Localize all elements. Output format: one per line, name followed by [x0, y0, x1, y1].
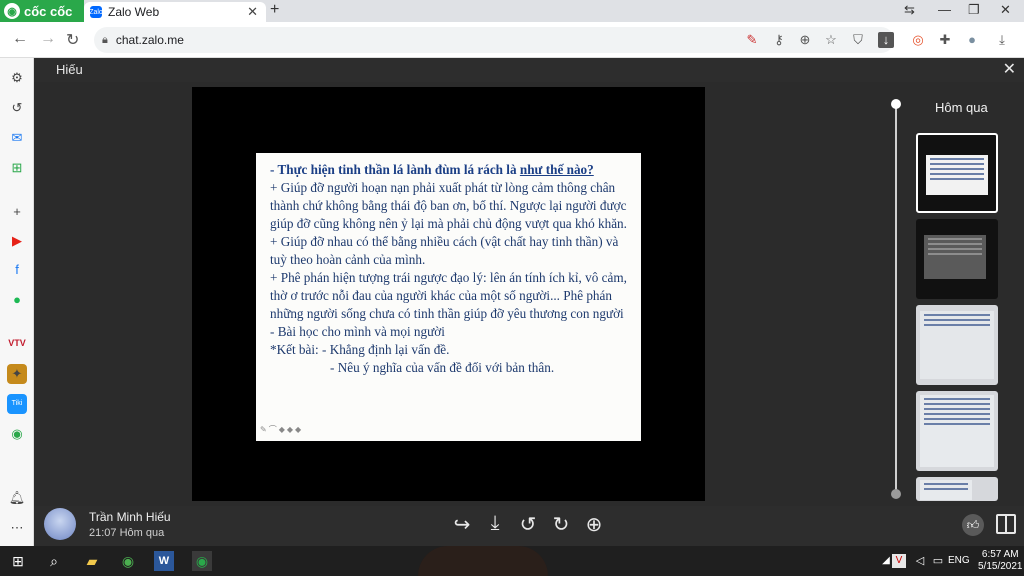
thumbnail-panel: Hôm qua: [876, 82, 1024, 510]
coccoc-taskbar-icon[interactable]: ◉: [192, 551, 212, 571]
facebook-icon[interactable]: f: [7, 260, 27, 280]
windows-start-icon[interactable]: ⊞: [8, 551, 28, 571]
viewer-header: Hiếu ✕: [34, 58, 1024, 82]
layout-toggle-icon[interactable]: [996, 514, 1016, 534]
zalo-favicon-icon: Zalo: [89, 6, 103, 18]
url-text: chat.zalo.me: [115, 33, 184, 47]
forward-button[interactable]: →: [40, 30, 56, 48]
profile-icon[interactable]: ●: [964, 32, 980, 48]
sender-name: Trần Minh Hiếu: [89, 510, 171, 524]
windows-taskbar: ⊞ ⌕ ▰ ◉ W ◉ ◢ V ◁ ▭ ENG 6:57 AM 5/15/202…: [0, 546, 1024, 576]
back-button[interactable]: ←: [12, 30, 28, 48]
timeline-handle-top[interactable]: [891, 99, 901, 109]
file-explorer-icon[interactable]: ▰: [82, 551, 102, 571]
window-close-button[interactable]: ✕: [1000, 2, 1011, 18]
desktop-peek: [418, 546, 548, 576]
vtv-icon[interactable]: VTV: [7, 333, 27, 353]
photo[interactable]: - Thực hiện tinh thần lá lành đùm lá rác…: [192, 87, 705, 501]
search-icon[interactable]: ⌕: [44, 551, 64, 571]
shield-icon[interactable]: ⛉: [850, 32, 866, 48]
slide-heading-text: - Thực hiện tinh thần lá lành đùm lá rác…: [270, 162, 520, 177]
bookmark-star-icon[interactable]: ☆: [823, 32, 839, 48]
new-tab-button[interactable]: +: [270, 1, 279, 19]
messenger-icon[interactable]: ✉: [7, 128, 27, 148]
coccoc-logo-icon: ◉: [4, 3, 20, 19]
battery-icon[interactable]: ▭: [928, 551, 948, 571]
maximize-button[interactable]: ❐: [968, 2, 980, 18]
avatar: [44, 508, 76, 540]
slide-line: + Phê phán hiện tượng trái ngược đạo lý:…: [270, 270, 627, 321]
like-icon[interactable]: 👍︎: [962, 514, 984, 536]
thumbnail[interactable]: [916, 219, 998, 299]
brand-label: cốc cốc: [24, 3, 73, 19]
thumbnail[interactable]: [916, 305, 998, 385]
downloads-icon[interactable]: ⤓: [994, 32, 1010, 48]
rotate-right-icon[interactable]: ↻: [549, 512, 573, 537]
antivirus-icon[interactable]: V: [892, 554, 906, 568]
extensions-puzzle-icon[interactable]: ✚: [937, 32, 953, 48]
extension-color-icon[interactable]: ◎: [910, 32, 926, 48]
rotate-left-icon[interactable]: ↺: [516, 512, 540, 537]
bell-icon[interactable]: 🔔︎: [7, 488, 27, 508]
spotify-icon[interactable]: ●: [7, 290, 27, 310]
viewer-footer: Trần Minh Hiếu 21:07 Hôm qua ↪ ⤓ ↺ ↻ ⊕ 👍…: [34, 506, 1024, 546]
history-icon[interactable]: ↺: [7, 98, 27, 118]
sent-time: 21:07 Hôm qua: [89, 527, 165, 539]
thumbnail[interactable]: [916, 477, 998, 501]
volume-icon[interactable]: ◁: [910, 551, 930, 571]
slide-heading-underlined: như thế nào?: [519, 162, 594, 177]
clock[interactable]: 6:57 AM 5/15/2021: [978, 549, 1023, 573]
slide-line: - Bài học cho mình và mọi người: [270, 324, 445, 339]
tiki-icon[interactable]: Tiki: [7, 394, 27, 414]
chrome-icon[interactable]: ◉: [118, 551, 138, 571]
youtube-icon[interactable]: ▶: [7, 231, 27, 251]
share-icon[interactable]: ↪: [450, 512, 474, 537]
add-icon[interactable]: +: [7, 202, 27, 222]
slide-line: + Giúp đỡ nhau có thể bằng nhiều cách (v…: [270, 234, 619, 267]
slide-content: - Thực hiện tinh thần lá lành đùm lá rác…: [256, 153, 641, 441]
language-indicator[interactable]: ENG: [948, 555, 970, 566]
more-icon[interactable]: ⋯: [7, 518, 27, 538]
reload-button[interactable]: ↻: [66, 30, 79, 50]
slide-conclusion-2: - Nêu ý nghĩa của vấn đề đối với bản thâ…: [330, 360, 555, 375]
game-icon[interactable]: ⊞: [7, 158, 27, 178]
coccoc-app-icon[interactable]: ◉: [7, 424, 27, 444]
tab-close-icon[interactable]: ✕: [247, 4, 258, 20]
address-toolbar: ← → ↻ 🔒︎ chat.zalo.me ✎ ⚷ ⊕ ☆ ⛉ ↓ ◎ ✚ ● …: [0, 22, 1024, 58]
image-viewer: Hiếu ✕ - Thực hiện tinh thần lá lành đùm…: [34, 58, 1024, 546]
pen-tools-icon: ✎ ⌒ ◆ ◆ ◆: [260, 425, 302, 434]
zoom-in-icon[interactable]: ⊕: [582, 512, 606, 537]
clock-time: 6:57 AM: [981, 549, 1019, 560]
zoom-icon[interactable]: ⊕: [797, 32, 813, 48]
timeline-track[interactable]: [895, 102, 897, 492]
browser-sidebar: ⚙ ↺ ✉ ⊞ + ▶ f ● VTV ✦ Tiki ◉ 🔔︎ ⋯: [0, 58, 34, 546]
mic-blocked-icon[interactable]: ✎: [744, 32, 760, 48]
slide-line: + Giúp đỡ người hoạn nạn phải xuất phát …: [270, 180, 627, 231]
tab-title: Zalo Web: [108, 5, 160, 19]
date-group-label: Hôm qua: [935, 100, 988, 115]
clock-date: 5/15/2021: [978, 561, 1023, 572]
tab-zalo-web[interactable]: Zalo Zalo Web ✕: [84, 2, 266, 22]
download-icon[interactable]: ⤓: [483, 512, 507, 535]
slide-heading: - Thực hiện tinh thần lá lành đùm lá rác…: [270, 161, 627, 179]
word-icon[interactable]: W: [154, 551, 174, 571]
thumbnail-selected[interactable]: [916, 133, 998, 213]
game-app-icon[interactable]: ✦: [7, 364, 27, 384]
tab-list-icon[interactable]: ⇆: [904, 2, 915, 18]
slide-conclusion: *Kết bài: - Khẳng định lại vấn đề.: [270, 342, 450, 357]
minimize-button[interactable]: —: [938, 2, 951, 17]
viewer-title: Hiếu: [56, 62, 83, 77]
close-icon[interactable]: ✕: [1003, 59, 1016, 79]
browser-tab-bar: ◉ cốc cốc Zalo Zalo Web ✕ + ⇆ — ❐ ✕: [0, 0, 1024, 22]
lock-icon: 🔒︎: [102, 33, 108, 46]
gear-icon[interactable]: ⚙: [7, 68, 27, 88]
key-icon[interactable]: ⚷: [771, 32, 787, 48]
download-arrow-icon[interactable]: ↓: [878, 32, 894, 48]
timeline-handle-bottom[interactable]: [891, 489, 901, 499]
coccoc-menu-button[interactable]: ◉ cốc cốc: [0, 0, 84, 22]
thumbnail[interactable]: [916, 391, 998, 471]
